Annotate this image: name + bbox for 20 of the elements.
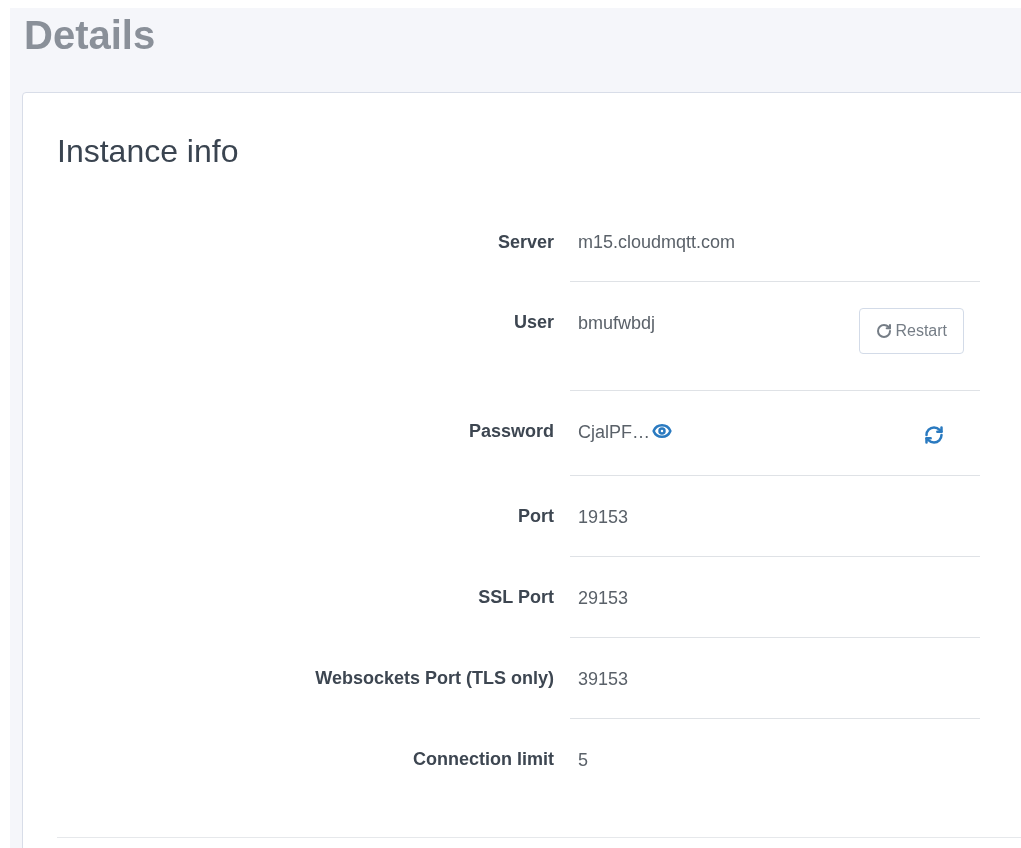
- eye-icon[interactable]: [652, 421, 672, 441]
- field-label: Port: [517, 505, 554, 527]
- field-label: Password: [467, 420, 554, 442]
- field-value: 5: [578, 749, 588, 771]
- restart-button[interactable]: Restart: [859, 308, 964, 354]
- page-title: Details: [23, 12, 157, 59]
- field-value: 39153: [578, 668, 629, 690]
- refresh-icon[interactable]: [924, 425, 944, 445]
- field-value: CjalPF…: [578, 421, 650, 443]
- field-value: 19153: [578, 506, 629, 528]
- field-value: 29153: [578, 587, 629, 609]
- field-label: Websockets Port (TLS only): [314, 667, 554, 689]
- restart-icon: [876, 323, 893, 339]
- field-label: Server: [496, 231, 554, 253]
- field-label: Connection limit: [412, 748, 554, 770]
- card-title: Instance info: [57, 132, 240, 171]
- field-value: m15.cloudmqtt.com: [578, 231, 736, 253]
- field-label: User: [512, 311, 554, 333]
- field-value: bmufwbdj: [578, 312, 656, 334]
- field-label: SSL Port: [477, 586, 554, 608]
